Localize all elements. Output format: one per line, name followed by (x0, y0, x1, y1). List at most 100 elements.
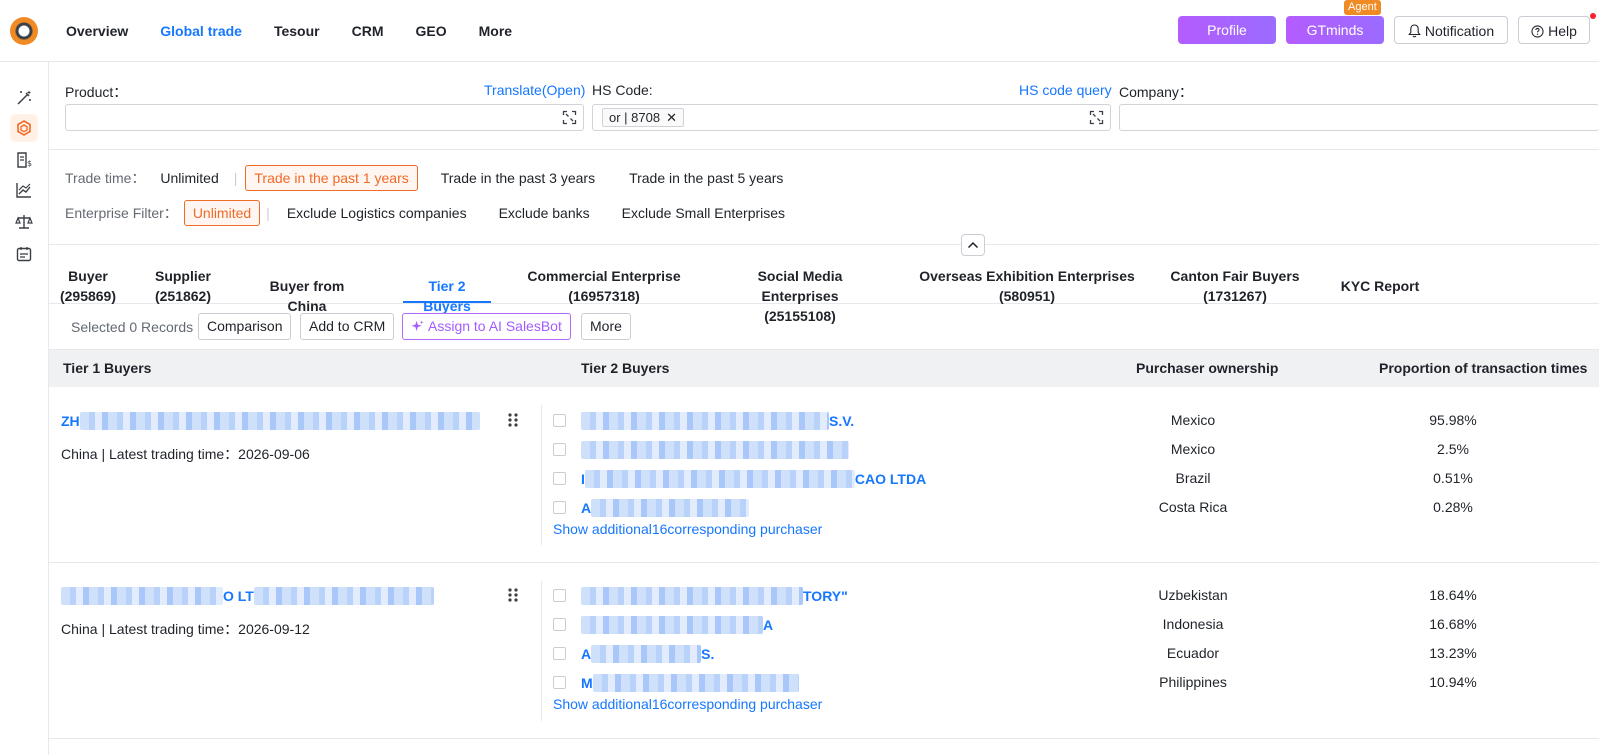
col-tier1-buyers: Tier 1 Buyers (63, 360, 152, 376)
row-checkbox[interactable] (553, 647, 566, 660)
tier2-buyer-name[interactable] (581, 441, 849, 459)
nav-overview[interactable]: Overview (66, 20, 128, 42)
tier2-buyer-name[interactable]: TORY" (581, 587, 848, 605)
hs-code-input[interactable]: or | 8708 ✕ (592, 104, 1111, 131)
active-tab-indicator (403, 301, 491, 303)
tier2-buyer-name[interactable]: S.V. (581, 412, 854, 430)
tier1-buyer-name[interactable]: ZH (61, 412, 480, 430)
gtminds-button[interactable]: GTminds (1286, 16, 1384, 44)
left-rail: $ (0, 62, 49, 755)
show-more-purchasers-link[interactable]: Show additional16corresponding purchaser (553, 521, 822, 537)
product-label: Product： (65, 84, 128, 100)
exclude-banks[interactable]: Exclude banks (490, 200, 599, 226)
tier2-name-text: A (763, 617, 774, 633)
enterprise-filter: Enterprise Filter： Unlimited | Exclude L… (65, 200, 804, 226)
hs-code-label: HS Code: (592, 82, 653, 98)
tier1-buyer-name[interactable]: O LT (61, 587, 434, 605)
tab-count: (1731267) (1203, 288, 1267, 304)
calendar-icon[interactable] (14, 244, 34, 264)
trade-time-past-5-years[interactable]: Trade in the past 5 years (620, 165, 792, 191)
redacted-text (581, 412, 829, 430)
tier2-buyer-name[interactable]: M (581, 674, 799, 692)
nav-geo[interactable]: GEO (415, 20, 446, 42)
profile-button[interactable]: Profile (1178, 16, 1276, 44)
app-logo[interactable] (10, 17, 38, 45)
show-more-purchasers-link[interactable]: Show additional16corresponding purchaser (553, 696, 822, 712)
tab-label: Supplier (154, 268, 211, 284)
agent-badge: Agent (1344, 0, 1381, 15)
row-checkbox[interactable] (553, 501, 566, 514)
purchaser-country: Uzbekistan (1158, 587, 1228, 603)
tab-commercial-enterprise[interactable]: Commercial Enterprise (16957318) (527, 266, 681, 306)
trade-time-unlimited[interactable]: Unlimited (151, 165, 227, 191)
enterprise-filter-label: Enterprise Filter： (65, 205, 178, 221)
hs-code-query-link[interactable]: HS code query (1019, 82, 1112, 98)
tab-label: Commercial Enterprise (527, 268, 681, 284)
tab-overseas-exhibition[interactable]: Overseas Exhibition Enterprises (580951) (919, 266, 1135, 306)
row-checkbox[interactable] (553, 414, 566, 427)
product-input[interactable] (65, 104, 584, 131)
translate-link[interactable]: Translate(Open) (484, 82, 585, 98)
tier2-buyer-name[interactable]: A S. (581, 645, 714, 663)
collapse-filters-button[interactable] (961, 234, 985, 256)
scale-icon[interactable] (14, 212, 34, 232)
drag-handle-icon[interactable] (507, 412, 519, 428)
nav-tesour[interactable]: Tesour (274, 20, 320, 42)
expand-icon[interactable] (1089, 110, 1104, 125)
transaction-proportion: 0.28% (1433, 499, 1473, 515)
tab-buyer[interactable]: Buyer (295869) (59, 266, 117, 306)
transaction-proportion: 0.51% (1433, 470, 1473, 486)
transaction-proportion: 2.5% (1437, 441, 1469, 457)
exclude-small-enterprises[interactable]: Exclude Small Enterprises (613, 200, 794, 226)
divider (541, 405, 542, 545)
trade-time-past-1-years[interactable]: Trade in the past 1 years (245, 165, 418, 191)
help-button[interactable]: Help (1518, 16, 1590, 44)
nav-more[interactable]: More (479, 20, 512, 42)
more-actions-button[interactable]: More (581, 313, 631, 340)
add-to-crm-button[interactable]: Add to CRM (300, 313, 395, 340)
row-checkbox[interactable] (553, 472, 566, 485)
bell-icon (1408, 24, 1421, 38)
tier2-buyer-name[interactable]: I CAO LTDA (581, 470, 926, 488)
tab-count: (295869) (59, 288, 117, 304)
row-checkbox[interactable] (553, 618, 566, 631)
expand-icon[interactable] (562, 110, 577, 125)
tab-kyc-report[interactable]: KYC Report (1339, 276, 1421, 296)
row-checkbox[interactable] (553, 589, 566, 602)
redacted-text (581, 441, 849, 459)
row-checkbox[interactable] (553, 676, 566, 689)
table-header: Tier 1 Buyers Tier 2 Buyers Purchaser ow… (49, 350, 1599, 387)
trade-time-past-3-years[interactable]: Trade in the past 3 years (432, 165, 604, 191)
table-row: O LT China | Latest trading time：2026-09… (49, 563, 1599, 739)
tab-canton-fair-buyers[interactable]: Canton Fair Buyers (1731267) (1169, 266, 1301, 306)
magic-wand-icon[interactable] (14, 88, 34, 108)
exclude-logistics[interactable]: Exclude Logistics companies (278, 200, 476, 226)
tier2-buyer-name[interactable]: A (581, 616, 773, 634)
tier2-name-text: S. (701, 646, 715, 662)
tab-supplier[interactable]: Supplier (251862) (149, 266, 217, 306)
company-label: Company： (1119, 84, 1193, 100)
drag-handle-icon[interactable] (507, 587, 519, 603)
close-icon[interactable]: ✕ (666, 110, 677, 125)
purchaser-country: Costa Rica (1158, 499, 1228, 515)
nav-global-trade[interactable]: Global trade (160, 20, 242, 42)
row-checkbox[interactable] (553, 443, 566, 456)
tier2-buyer-name[interactable]: A (581, 499, 750, 517)
transaction-proportion: 95.98% (1429, 412, 1477, 428)
main-nav: Overview Global trade Tesour CRM GEO Mor… (66, 20, 544, 42)
notification-button[interactable]: Notification (1394, 16, 1508, 44)
nav-crm[interactable]: CRM (352, 20, 384, 42)
enterprise-unlimited[interactable]: Unlimited (183, 200, 261, 226)
divider (541, 581, 542, 721)
cube-icon[interactable] (10, 114, 38, 142)
assign-ai-salesbot-button[interactable]: Assign to AI SalesBot (402, 313, 571, 340)
selected-count: Selected 0 Records (71, 319, 194, 335)
line-chart-icon[interactable] (14, 180, 34, 200)
comparison-button[interactable]: Comparison (198, 313, 292, 340)
list-item: A Costa Rica 0.28% (553, 498, 1599, 518)
redacted-text (591, 499, 750, 517)
company-input[interactable] (1119, 104, 1599, 131)
chevron-up-icon (967, 241, 979, 249)
receipt-dollar-icon[interactable]: $ (14, 150, 34, 170)
tab-label: Social Media Enterprises (757, 268, 843, 304)
